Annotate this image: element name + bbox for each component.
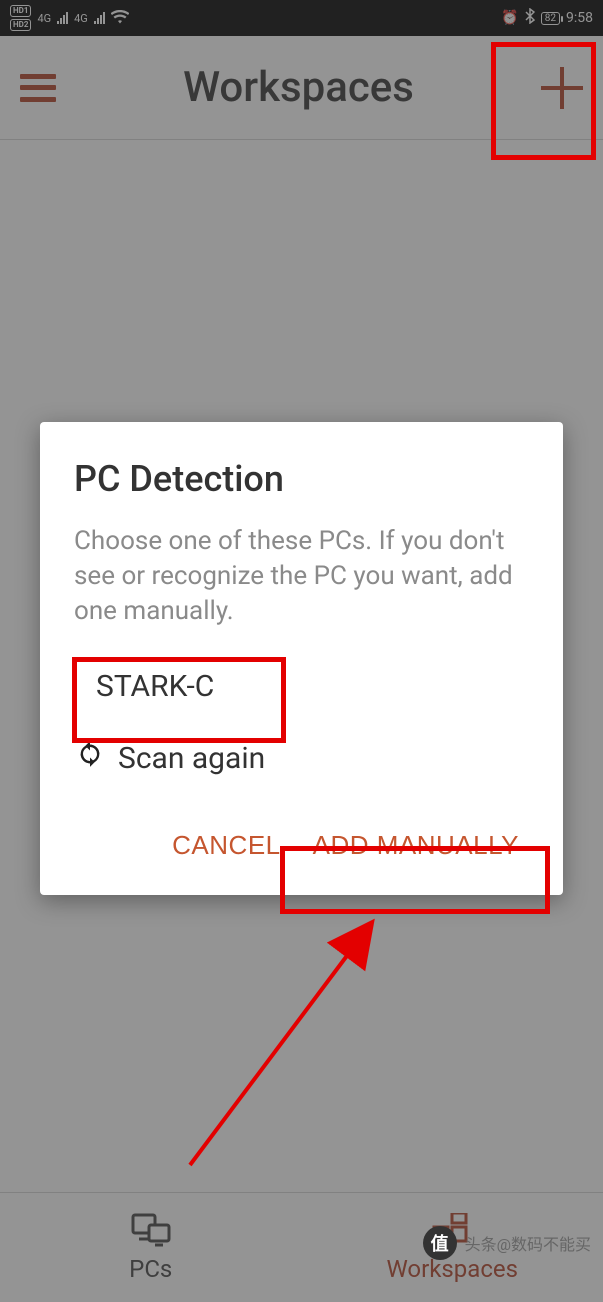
add-manually-button[interactable]: ADD MANUALLY bbox=[303, 816, 529, 875]
pc-detection-dialog: PC Detection Choose one of these PCs. If… bbox=[40, 422, 563, 895]
cancel-button[interactable]: CANCEL bbox=[162, 816, 290, 875]
refresh-icon bbox=[76, 740, 104, 776]
detected-pc-item[interactable]: STARK-C bbox=[74, 657, 529, 716]
watermark-badge: 值 bbox=[423, 1226, 457, 1260]
dialog-actions: CANCEL ADD MANUALLY bbox=[74, 816, 529, 875]
dialog-description: Choose one of these PCs. If you don't se… bbox=[74, 524, 529, 629]
watermark: 值 头条@数码不能买 bbox=[423, 1226, 591, 1260]
scan-again-button[interactable]: Scan again bbox=[74, 736, 529, 796]
watermark-text: 头条@数码不能买 bbox=[465, 1231, 591, 1255]
scan-again-label: Scan again bbox=[118, 741, 265, 776]
dialog-title: PC Detection bbox=[74, 458, 529, 500]
